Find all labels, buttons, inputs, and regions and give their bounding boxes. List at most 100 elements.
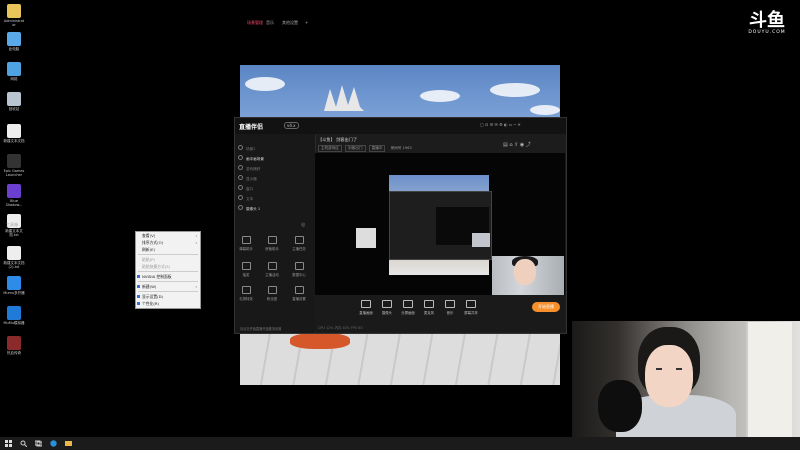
tool-button[interactable]: 数据中心	[290, 262, 308, 277]
add-scene-button[interactable]: +	[305, 20, 308, 25]
desktop-icon-label: 新建文本文档.txt	[5, 229, 23, 237]
menu-item-label: 新建(W)	[142, 284, 157, 289]
file-explorer-icon[interactable]	[65, 440, 72, 447]
tool-label: 数据中心	[292, 273, 306, 277]
tab-other-settings[interactable]: 其他设置	[282, 20, 298, 26]
desktop-icon[interactable]: 新建文本文档	[2, 124, 26, 143]
menu-item-label: 个性化(R)	[142, 301, 159, 306]
streamer-face	[514, 259, 536, 285]
tool-label: 弹幕助手	[239, 247, 253, 251]
desktop-icon[interactable]: Blue Shadow...	[2, 184, 26, 207]
room-tag: 主机游戏区	[318, 145, 342, 152]
microphone	[598, 380, 642, 432]
desktop-icon-label: 新建文本文档 (2).txt	[3, 261, 25, 269]
start-live-button[interactable]: 开始直播	[532, 302, 560, 312]
eye-icon[interactable]	[238, 185, 243, 190]
eye-icon[interactable]	[238, 195, 243, 200]
taskbar	[0, 437, 800, 450]
tool-button[interactable]: 弹幕助手	[237, 236, 255, 251]
scene-item[interactable]: 游戏捕获	[238, 165, 308, 172]
room-tag: 直播中	[368, 145, 386, 152]
bottom-bar-label: 音乐	[446, 311, 454, 315]
eye-icon[interactable]	[238, 145, 243, 150]
menu-item-icon	[137, 285, 140, 288]
douyu-logo: 斗鱼	[749, 10, 785, 31]
scene-item[interactable]: 摄像头 1	[238, 205, 308, 212]
desktop-icon[interactable]: 回收站	[2, 92, 26, 111]
preview-nested-camera	[472, 233, 490, 247]
desktop-icon[interactable]: 新建文本文档 (2).txt	[2, 246, 26, 269]
edge-browser-icon[interactable]	[50, 440, 57, 447]
menu-item-icon	[137, 295, 140, 298]
desktop-icon[interactable]: Epic Games Launcher	[2, 154, 26, 177]
scene-item[interactable]: 窗口	[238, 185, 308, 192]
tool-button[interactable]: 主播任务	[290, 236, 308, 251]
tab-music[interactable]: 音乐	[266, 20, 274, 26]
app-logo: 直播伴侣	[239, 124, 264, 131]
tool-button[interactable]: 直播设置	[290, 286, 308, 301]
context-menu-item[interactable]: 新建(W) ›	[136, 283, 200, 290]
bottom-bar-item[interactable]: 摄像头	[377, 300, 397, 315]
context-menu-item[interactable]: 个性化(R)	[136, 300, 200, 307]
context-menu-item[interactable]: 粘贴快捷方式(S)	[136, 263, 200, 270]
tool-button[interactable]: 粉丝团	[263, 286, 281, 301]
submenu-arrow-icon: ›	[195, 240, 197, 245]
room-title: 【斗鱼】 剑客出门了	[318, 137, 358, 142]
submenu-arrow-icon: ›	[195, 284, 197, 289]
eye-icon[interactable]	[238, 175, 243, 180]
game-character	[290, 333, 350, 349]
context-menu-item[interactable]: 显示设置(D)	[136, 293, 200, 300]
bottom-bar-item[interactable]: 麦克风	[419, 300, 439, 315]
task-view-icon[interactable]	[35, 440, 42, 447]
scene-item[interactable]: 文本	[238, 195, 308, 202]
bottom-bar-item[interactable]: 直播画面	[356, 300, 376, 315]
tool-button[interactable]: 礼物特效	[237, 286, 255, 301]
window-controls[interactable]: ▢ ⊡ ☰ ✉ ⚙ ◐ ▭ ─ ✕	[480, 122, 521, 127]
bottom-bar-item[interactable]: 屏幕共享	[461, 300, 481, 315]
tool-icon	[241, 286, 251, 294]
scene-item[interactable]: 显示器	[238, 175, 308, 182]
desktop-icon[interactable]: 网络	[2, 62, 26, 81]
context-menu-item[interactable]: NVIDIA 控制面板	[136, 273, 200, 280]
toolbox-settings-icon[interactable]: ◎	[301, 222, 305, 228]
left-panel	[235, 134, 316, 333]
windows-start-icon[interactable]	[5, 440, 12, 447]
desktop-icon-label: Blue Shadow...	[5, 199, 23, 207]
tool-icon	[267, 236, 277, 244]
scene-item[interactable]: 场景1	[238, 145, 308, 152]
eye-icon[interactable]	[238, 205, 243, 210]
tool-icon	[241, 236, 251, 244]
scene-item[interactable]: 画中画场景	[238, 155, 308, 162]
status-line: CPU 12% 内存 40% FPS 60	[318, 326, 363, 330]
bottom-bar-item[interactable]: 音乐	[440, 300, 460, 315]
tool-button[interactable]: 抽奖	[237, 262, 255, 277]
tool-icon	[294, 262, 304, 270]
scene-label: 摄像头 1	[246, 207, 261, 211]
desktop-icon[interactable]: 此电脑	[2, 32, 26, 51]
computer-icon	[7, 32, 21, 46]
context-menu-item[interactable]: 排序方式(O) ›	[136, 239, 200, 246]
tab-scene-management[interactable]: 场景管理	[247, 20, 263, 26]
menu-item-label: 刷新(E)	[142, 247, 155, 252]
desktop-icon-label: 网络	[10, 77, 18, 81]
bottom-bar-item[interactable]: 分屏画面	[398, 300, 418, 315]
desktop-icon[interactable]: 热血传奇	[2, 336, 26, 355]
bottom-bar-label: 屏幕共享	[464, 311, 478, 315]
context-menu-item[interactable]: 刷新(E)	[136, 246, 200, 253]
bottom-bar-label: 直播画面	[359, 311, 373, 315]
desktop-icon[interactable]: Mumu多开器	[2, 276, 26, 295]
tool-button[interactable]: 房管助手	[263, 236, 281, 251]
tool-icon	[294, 236, 304, 244]
menu-item-label: 查看(V)	[142, 233, 156, 238]
eye-icon[interactable]	[238, 165, 243, 170]
menu-item-label: 显示设置(D)	[142, 294, 164, 299]
context-menu-item[interactable]: 查看(V) ›	[136, 232, 200, 239]
tool-button[interactable]: 主播活动	[263, 262, 281, 277]
eye-icon[interactable]	[238, 155, 243, 160]
search-icon[interactable]	[20, 440, 27, 447]
desktop-icon[interactable]: Administrat or	[2, 4, 26, 27]
menu-separator	[138, 281, 198, 282]
context-menu-item[interactable]: 粘贴(P)	[136, 256, 200, 263]
desktop-icon[interactable]: MuMu模拟器	[2, 306, 26, 325]
share-icon-group[interactable]: ▤ ⌂ ⇪ ◉ ⤴	[503, 141, 531, 148]
